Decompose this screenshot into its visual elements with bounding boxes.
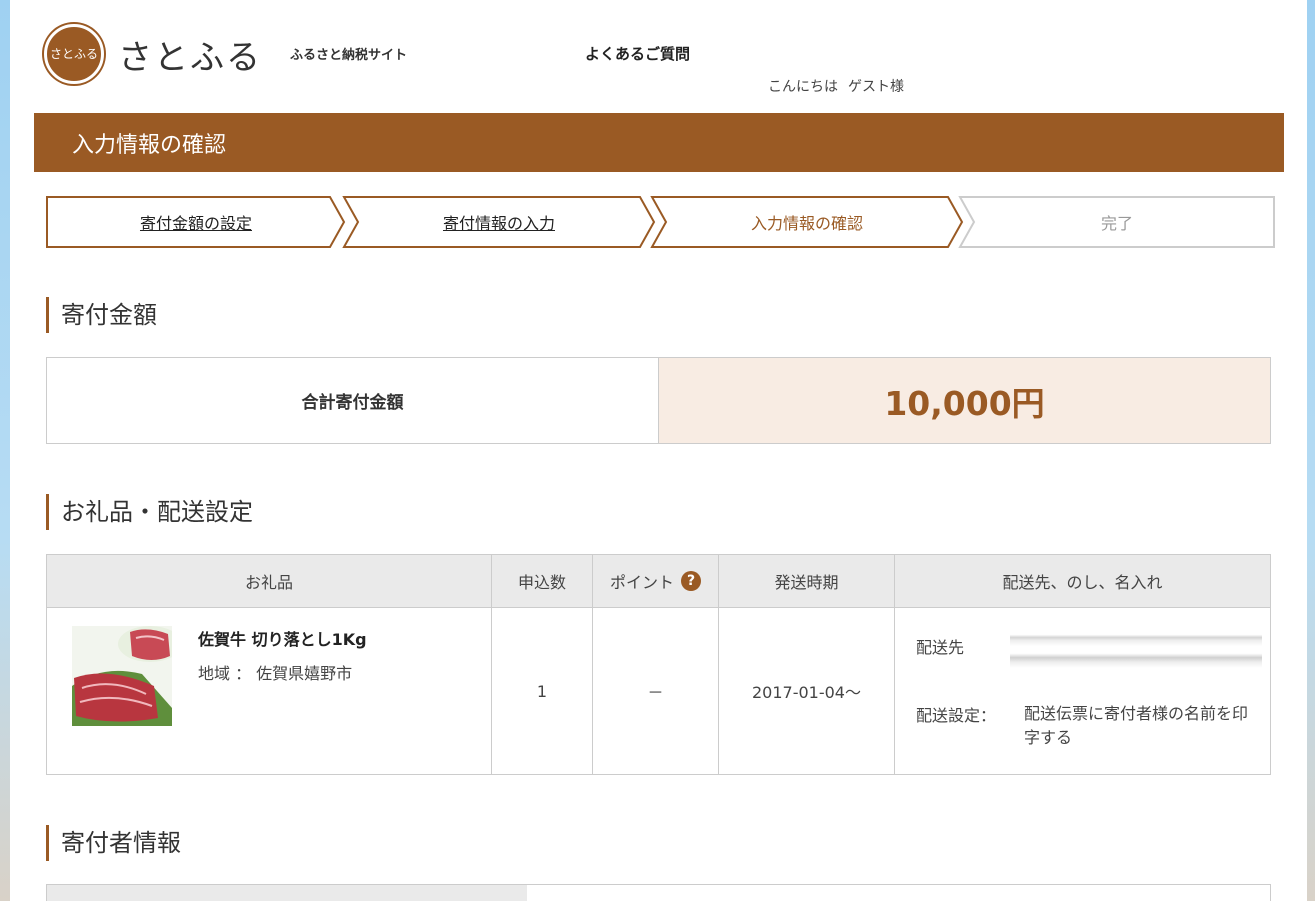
gift-cell: 佐賀牛 切り落とし1Kg 地域 ： 佐賀県嬉野市	[46, 607, 492, 775]
ship-date-cell: 2017-01-04～	[718, 607, 895, 775]
section-heading-gift: お礼品・配送設定	[46, 494, 253, 530]
redacted-address	[1010, 626, 1262, 698]
logo-text[interactable]: さとふる	[118, 30, 262, 79]
points-cell: －	[592, 607, 719, 775]
step-label: 入力情報の確認	[750, 214, 863, 233]
ship-to-label: 配送先	[916, 638, 965, 657]
faq-link[interactable]: よくあるご質問	[585, 43, 690, 64]
page-title: 入力情報の確認	[34, 113, 1284, 172]
gift-region: 地域 ： 佐賀県嬉野市	[198, 664, 353, 683]
donor-table-header-cell	[47, 885, 527, 901]
logo-mark-text: さとふる	[49, 47, 98, 61]
column-header-delivery: 配送先、のし、名入れ	[894, 554, 1271, 608]
step-complete: 完了	[958, 196, 1276, 248]
points-header-text: ポイント	[609, 573, 674, 592]
section-heading-donor: 寄付者情報	[46, 825, 181, 861]
logo-icon[interactable]: さとふる	[44, 24, 104, 84]
column-header-quantity: 申込数	[491, 554, 593, 608]
total-amount-value: 10,000円	[659, 358, 1270, 443]
gift-table: お礼品 申込数 ポイント ? 発送時期 配送先、のし、名入れ 佐賀牛 切り落とし…	[46, 554, 1271, 775]
site-tagline: ふるさと納税サイト	[290, 48, 408, 63]
quantity-cell: 1	[491, 607, 593, 775]
table-header-row: お礼品 申込数 ポイント ? 発送時期 配送先、のし、名入れ	[46, 554, 1271, 608]
background-right	[1307, 0, 1315, 901]
greeting-text: こんにちは	[768, 79, 838, 95]
page: さとふる さとふる ふるさと納税サイト よくあるご質問 こんにちは ゲスト様 入力…	[10, 0, 1307, 901]
table-row: 佐賀牛 切り落とし1Kg 地域 ： 佐賀県嬉野市 1 － 2017-01-04～…	[46, 607, 1271, 775]
help-icon[interactable]: ?	[681, 571, 702, 591]
gift-image[interactable]	[72, 626, 172, 726]
gift-name[interactable]: 佐賀牛 切り落とし1Kg	[198, 626, 367, 650]
section-heading-amount: 寄付金額	[46, 297, 157, 333]
amount-table: 合計寄付金額 10,000円	[46, 357, 1271, 444]
progress-steps: 寄付金額の設定 寄付情報の入力 入力情報の確認 完了	[46, 196, 1276, 248]
donor-table	[46, 884, 1271, 901]
column-header-gift: お礼品	[46, 554, 492, 608]
delivery-cell: 配送先 配送設定： 配送伝票に寄付者様の名前を印字する	[894, 607, 1271, 775]
beef-picture-icon	[72, 626, 172, 726]
step-amount[interactable]: 寄付金額の設定	[46, 196, 346, 248]
ship-setting-value: 配送伝票に寄付者様の名前を印字する	[1024, 704, 1249, 747]
column-header-ship-date: 発送時期	[718, 554, 895, 608]
site-header: さとふる さとふる ふるさと納税サイト よくあるご質問 こんにちは ゲスト様	[10, 0, 1307, 113]
step-confirm: 入力情報の確認	[650, 196, 964, 248]
user-name: ゲスト様	[848, 79, 904, 95]
total-amount-label: 合計寄付金額	[47, 358, 659, 443]
step-label[interactable]: 寄付情報の入力	[443, 210, 555, 234]
background-left	[0, 0, 10, 901]
step-label[interactable]: 寄付金額の設定	[140, 210, 252, 234]
step-info[interactable]: 寄付情報の入力	[342, 196, 656, 248]
greeting: こんにちは ゲスト様	[768, 76, 904, 96]
column-header-points: ポイント ?	[592, 554, 719, 608]
ship-setting-label: 配送設定：	[916, 706, 997, 725]
step-label: 完了	[1100, 214, 1133, 233]
